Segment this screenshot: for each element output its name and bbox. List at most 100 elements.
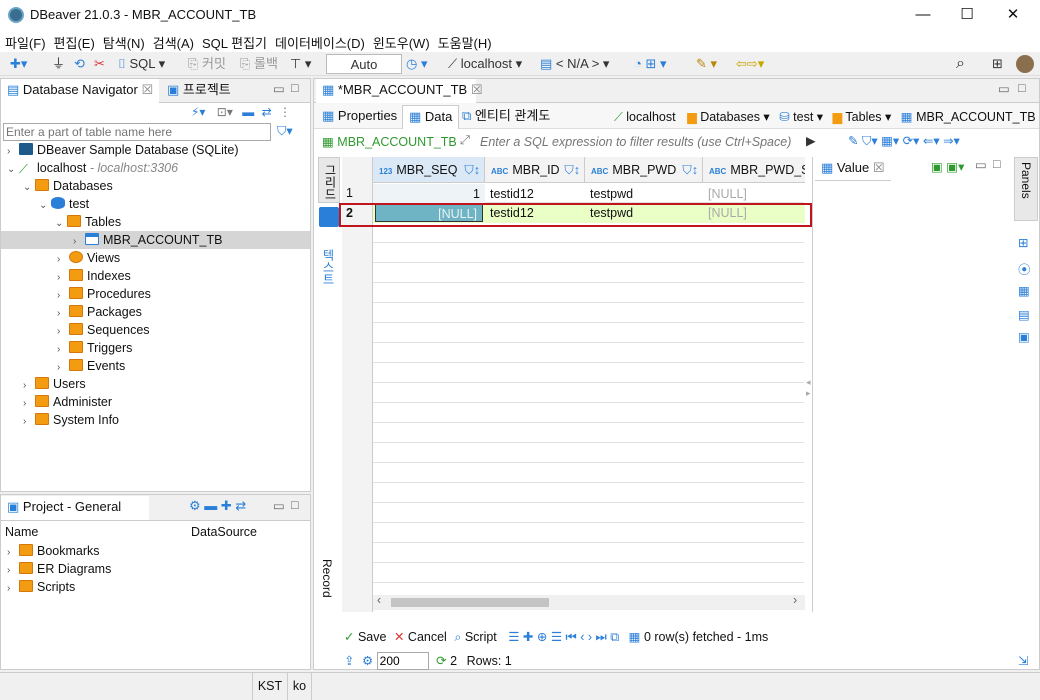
- project-item-er-diagrams[interactable]: › ER Diagrams: [7, 560, 111, 578]
- tab-project[interactable]: ▣ 프로젝트: [161, 79, 237, 103]
- link-editor-icon[interactable]: ⇄: [262, 105, 272, 119]
- tree-node-test[interactable]: ⌄ test: [39, 195, 89, 213]
- tab-database-navigator[interactable]: ▤ Database Navigator ☒: [1, 79, 159, 103]
- project-item-bookmarks[interactable]: › Bookmarks: [7, 542, 100, 560]
- tree-node-administer[interactable]: › Administer: [23, 393, 112, 411]
- tree-node-mbr-account-tb[interactable]: › MBR_ACCOUNT_TB: [1, 231, 310, 249]
- commit-button[interactable]: ⎘ 커밋: [188, 54, 226, 74]
- perspective-avatar-icon[interactable]: [1016, 55, 1034, 73]
- tab-value[interactable]: ▦ Value ☒: [815, 157, 891, 181]
- maximize-view-icon[interactable]: □: [1018, 81, 1026, 95]
- expand-filter-icon[interactable]: ⤢: [460, 133, 470, 148]
- row-number-1[interactable]: 1: [342, 183, 372, 203]
- scrollbar-thumb[interactable]: [391, 598, 549, 607]
- maximize-view-icon[interactable]: □: [291, 81, 299, 95]
- menu-database[interactable]: 데이터베이스(D): [270, 30, 368, 52]
- breadcrumb-table[interactable]: ▦ MBR_ACCOUNT_TB: [901, 110, 1036, 124]
- tab-mbr-account-tb[interactable]: ▦ *MBR_ACCOUNT_TB ☒: [316, 79, 483, 103]
- menu-sql-editor[interactable]: SQL 편집기: [197, 30, 270, 52]
- tree-node-procedures[interactable]: › Procedures: [57, 285, 151, 303]
- tree-node-sequences[interactable]: › Sequences: [57, 321, 150, 339]
- minimize-view-icon[interactable]: ▭: [273, 498, 285, 513]
- export-icon[interactable]: ⇪: [344, 654, 354, 668]
- apply-filter-icon[interactable]: ▶: [806, 133, 816, 148]
- menu-help[interactable]: 도움말(H): [433, 30, 495, 52]
- project-toolbar-icons[interactable]: ⚙ ▬ ✚ ⇄: [189, 498, 246, 514]
- row-edit-icons[interactable]: ☰ ✚ ⊕ ☰ ⏮ ‹ › ⏭ ⧉: [508, 630, 619, 644]
- column-header-mbr-id[interactable]: ABC MBR_ID ⛉↕: [485, 157, 585, 183]
- breadcrumb-tables[interactable]: ▆ Tables ▾: [833, 110, 892, 124]
- menu-file[interactable]: 파일(F): [0, 30, 49, 52]
- tree-node-users[interactable]: › Users: [23, 375, 86, 393]
- menu-window[interactable]: 윈도우(W): [368, 30, 433, 52]
- column-header-mbr-seq[interactable]: 123 MBR_SEQ ⛉↕: [373, 157, 485, 183]
- breadcrumb-databases[interactable]: ▆ Databases ▾: [687, 110, 770, 124]
- cell-r1-mbr-pwd-salt[interactable]: [NULL]: [703, 184, 805, 204]
- breadcrumb-localhost[interactable]: ⟋ localhost: [614, 110, 676, 124]
- history-icon[interactable]: ◷ ▾: [406, 54, 427, 74]
- fetch-size-settings-icon[interactable]: ⚙: [362, 654, 373, 668]
- open-perspective-icon[interactable]: ⊞: [992, 54, 1003, 74]
- cancel-button[interactable]: ✕ Cancel: [394, 630, 447, 644]
- tab-text[interactable]: 텍스트: [320, 249, 340, 309]
- auto-commit-combo[interactable]: Auto: [326, 54, 402, 74]
- collapse-all-icon[interactable]: ▬: [242, 105, 254, 119]
- new-folder-icon[interactable]: ⊡▾: [217, 105, 233, 119]
- invalidate-icon[interactable]: ⟲: [74, 54, 85, 74]
- tab-project-general[interactable]: ▣ Project - General: [1, 496, 149, 520]
- maximize-view-icon[interactable]: □: [291, 498, 299, 512]
- sql-filter-input[interactable]: [480, 132, 798, 152]
- maximize-view-icon[interactable]: □: [993, 157, 1001, 171]
- filter-icon[interactable]: ⛉▾: [277, 123, 293, 139]
- tab-grid[interactable]: 그리드: [318, 157, 340, 203]
- grid-view-icon[interactable]: [319, 207, 339, 227]
- breadcrumb-test[interactable]: ⛁ test ▾: [779, 110, 823, 124]
- maximize-button[interactable]: ☐: [944, 0, 990, 30]
- connect-icon[interactable]: ⏚: [52, 54, 65, 74]
- panel-sash-icon[interactable]: ◂ ▸: [806, 377, 811, 399]
- tab-panels[interactable]: Panels: [1014, 157, 1038, 221]
- table-filter-input[interactable]: [3, 123, 271, 141]
- tree-node-triggers[interactable]: › Triggers: [57, 339, 132, 357]
- cell-r1-mbr-pwd[interactable]: testpwd: [585, 184, 703, 204]
- transaction-mode-icon[interactable]: ⊤ ▾: [290, 54, 311, 74]
- active-schema-selector[interactable]: ▤ < N/A > ▾: [540, 54, 609, 74]
- tree-node-tables[interactable]: ⌄ Tables: [55, 213, 121, 231]
- sql-editor-button[interactable]: ⌷ SQL ▾: [118, 54, 165, 74]
- rollback-button[interactable]: ⎘ 롤백: [240, 54, 278, 74]
- cell-r1-mbr-seq[interactable]: 1: [373, 184, 485, 204]
- tab-properties[interactable]: ▦ Properties: [316, 105, 403, 129]
- menu-search[interactable]: 검색(A): [148, 30, 197, 52]
- minimize-button[interactable]: —: [900, 0, 946, 30]
- panel-icon-2[interactable]: ⦿: [1018, 259, 1031, 278]
- tree-node-localhost[interactable]: ⌄ ⟋ localhost - localhost:3306: [7, 159, 178, 177]
- tab-data[interactable]: ▦ Data: [402, 105, 460, 129]
- active-connection-selector[interactable]: ⟋ localhost ▾: [448, 54, 522, 74]
- save-button[interactable]: ✓ Save: [344, 630, 386, 644]
- disconnect-icon[interactable]: ✂: [94, 54, 105, 74]
- dashboard-icon[interactable]: ◔ ⊞ ▾: [634, 54, 667, 74]
- menu-navigate[interactable]: 탐색(N): [98, 30, 148, 52]
- project-item-scripts[interactable]: › Scripts: [7, 578, 75, 596]
- menu-edit[interactable]: 편집(E): [49, 30, 98, 52]
- new-connection-icon[interactable]: ⚡▾: [191, 105, 205, 119]
- tree-node-views[interactable]: › Views: [57, 249, 120, 267]
- script-button[interactable]: ⌕ Script: [454, 630, 496, 644]
- tree-node-system-info[interactable]: › System Info: [23, 411, 119, 429]
- fetch-size-input[interactable]: [376, 652, 429, 670]
- toggle-panels-icon[interactable]: ⇲: [1018, 653, 1028, 668]
- cell-r1-mbr-id[interactable]: testid12: [485, 184, 585, 204]
- tree-node-sample-db[interactable]: › DBeaver Sample Database (SQLite): [7, 141, 238, 159]
- tree-node-events[interactable]: › Events: [57, 357, 125, 375]
- minimize-view-icon[interactable]: ▭: [273, 81, 285, 96]
- tree-node-indexes[interactable]: › Indexes: [57, 267, 131, 285]
- search-icon[interactable]: ⌕: [956, 54, 965, 74]
- tree-node-databases[interactable]: ⌄ Databases: [23, 177, 113, 195]
- panel-icon-5[interactable]: ▣: [1018, 329, 1030, 344]
- filter-tools-icons[interactable]: ✎ ⛉▾ ▦▾ ⟳▾ ⇐▾ ⇒▾: [848, 133, 960, 149]
- minimize-view-icon[interactable]: ▭: [975, 157, 987, 172]
- column-header-mbr-pwd[interactable]: ABC MBR_PWD ⛉↕: [585, 157, 703, 183]
- panel-icon-3[interactable]: ▦: [1018, 283, 1030, 298]
- tools-icon[interactable]: ✎ ▾: [696, 54, 717, 74]
- panel-icon-1[interactable]: ⊞: [1018, 235, 1028, 250]
